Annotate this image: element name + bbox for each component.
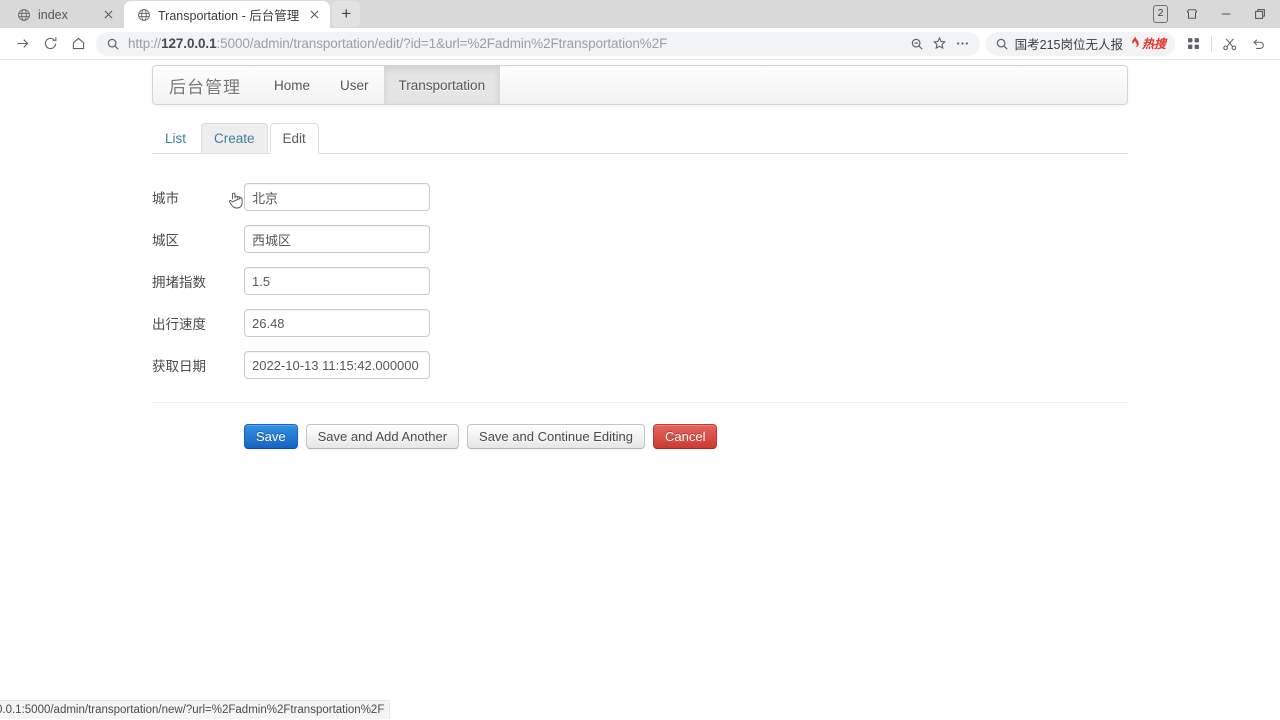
- browser-window: index Transportation - 后台管理 + 2 http://1…: [0, 0, 1280, 720]
- crud-tabs: List Create Edit: [152, 122, 1128, 155]
- collections-icon[interactable]: [1182, 4, 1202, 24]
- scissors-icon[interactable]: [1216, 31, 1244, 57]
- undo-arrow-icon[interactable]: [1244, 31, 1272, 57]
- cancel-button[interactable]: Cancel: [652, 424, 718, 449]
- form-row-fetch-date: 获取日期: [152, 344, 1128, 386]
- new-tab-button[interactable]: +: [332, 1, 361, 27]
- label-fetch-date: 获取日期: [152, 359, 206, 374]
- flame-icon: [1129, 35, 1141, 52]
- form-actions: Save Save and Add Another Save and Conti…: [152, 424, 1128, 449]
- browser-tab-title: index: [38, 7, 68, 22]
- browser-tab-transportation[interactable]: Transportation - 后台管理: [124, 1, 331, 28]
- form-row-city: 城市: [152, 176, 1128, 218]
- address-bar-url: http://127.0.0.1:5000/admin/transportati…: [128, 36, 668, 51]
- reload-icon[interactable]: [36, 31, 64, 57]
- save-button[interactable]: Save: [244, 424, 298, 449]
- input-fetch-date[interactable]: [244, 351, 430, 379]
- navbar-brand[interactable]: 后台管理: [153, 66, 259, 104]
- ellipsis-icon[interactable]: [955, 36, 970, 51]
- save-and-continue-editing-button[interactable]: Save and Continue Editing: [467, 424, 645, 449]
- globe-icon: [136, 7, 151, 22]
- input-city[interactable]: [244, 183, 430, 211]
- toolbar-search-text: 国考215岗位无人报: [1014, 38, 1123, 52]
- tab-create[interactable]: Create: [201, 122, 268, 154]
- input-district[interactable]: [244, 225, 430, 253]
- browser-status-bar: 0.0.1:5000/admin/transportation/new/?url…: [0, 700, 390, 719]
- tab-count-badge[interactable]: 2: [1153, 5, 1168, 23]
- nav-item-user[interactable]: User: [325, 66, 384, 104]
- admin-navbar: 后台管理 Home User Transportation: [152, 65, 1128, 105]
- home-icon[interactable]: [64, 31, 92, 57]
- hot-search-badge: 热搜: [1129, 35, 1166, 52]
- input-congestion-index[interactable]: [244, 267, 430, 295]
- toolbar-search-box[interactable]: 国考215岗位无人报 热搜: [985, 31, 1175, 56]
- label-district: 城区: [152, 233, 179, 248]
- form-row-district: 城区: [152, 218, 1128, 260]
- search-icon: [106, 37, 120, 51]
- hot-search-label: 热搜: [1141, 37, 1166, 51]
- close-icon[interactable]: [306, 7, 322, 23]
- restore-button[interactable]: [1250, 4, 1270, 24]
- toolbar-separator: [1211, 35, 1212, 52]
- tab-edit[interactable]: Edit: [269, 122, 319, 154]
- edit-form: 城市 城区 拥堵指数 出行速度 获取日期: [152, 176, 1128, 386]
- apps-grid-icon[interactable]: [1179, 31, 1207, 57]
- label-city: 城市: [152, 191, 179, 206]
- search-icon: [995, 37, 1009, 51]
- star-icon[interactable]: [932, 36, 947, 51]
- label-travel-speed: 出行速度: [152, 317, 206, 332]
- form-divider: [152, 402, 1128, 403]
- input-travel-speed[interactable]: [244, 309, 430, 337]
- form-row-congestion-index: 拥堵指数: [152, 260, 1128, 302]
- browser-tabstrip: index Transportation - 后台管理 + 2: [0, 0, 1280, 28]
- window-controls: 2: [1153, 0, 1280, 28]
- form-row-travel-speed: 出行速度: [152, 302, 1128, 344]
- status-bar-url: 0.0.1:5000/admin/transportation/new/?url…: [0, 704, 385, 716]
- navbar-links: Home User Transportation: [259, 66, 501, 104]
- forward-arrow-icon[interactable]: [8, 31, 36, 57]
- label-congestion-index: 拥堵指数: [152, 275, 206, 290]
- page-content: 后台管理 Home User Transportation List Creat…: [0, 60, 1280, 719]
- zoom-out-icon[interactable]: [910, 37, 924, 51]
- globe-icon: [16, 7, 31, 22]
- nav-item-transportation[interactable]: Transportation: [383, 66, 501, 104]
- browser-toolbar: http://127.0.0.1:5000/admin/transportati…: [0, 28, 1280, 60]
- nav-item-home[interactable]: Home: [259, 66, 325, 104]
- tab-list[interactable]: List: [152, 123, 199, 155]
- save-and-add-another-button[interactable]: Save and Add Another: [305, 424, 460, 449]
- close-icon[interactable]: [100, 7, 116, 23]
- page-container: 后台管理 Home User Transportation List Creat…: [152, 60, 1128, 449]
- address-bar[interactable]: http://127.0.0.1:5000/admin/transportati…: [96, 31, 980, 56]
- browser-tab-title: Transportation - 后台管理: [158, 9, 300, 23]
- minimize-button[interactable]: [1216, 4, 1236, 24]
- browser-tab-index[interactable]: index: [4, 1, 124, 28]
